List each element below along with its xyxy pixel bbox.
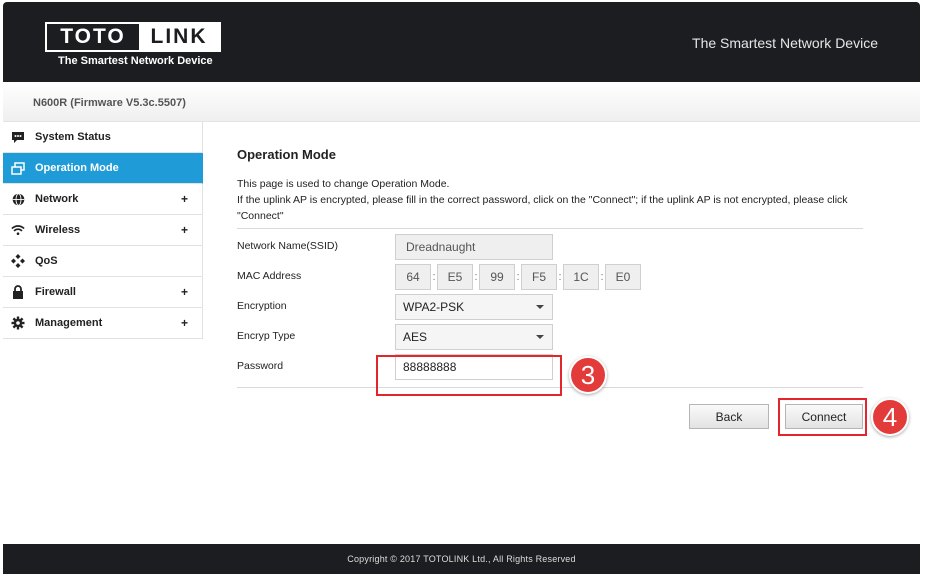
chat-icon	[11, 130, 25, 144]
mac-octet-field: F5	[521, 264, 557, 290]
sidebar-item-management[interactable]: Management +	[3, 308, 203, 339]
mac-label: MAC Address	[237, 270, 302, 282]
page-title: Operation Mode	[237, 147, 336, 162]
qos-icon	[11, 254, 25, 268]
page-description: This page is used to change Operation Mo…	[237, 176, 863, 224]
subheader: N600R (Firmware V5.3c.5507)	[3, 82, 920, 122]
wifi-icon	[11, 223, 25, 237]
logo-text-left: TOTO	[47, 24, 139, 50]
encryption-label: Encryption	[237, 300, 287, 312]
header: TOTO LINK The Smartest Network Device Th…	[3, 2, 920, 82]
sidebar-item-operation-mode[interactable]: Operation Mode	[3, 153, 203, 184]
description-line: This page is used to change Operation Mo…	[237, 178, 450, 190]
expand-plus-icon[interactable]: +	[181, 285, 188, 299]
step-3-badge: 3	[569, 356, 607, 394]
logo-text-right: LINK	[139, 24, 219, 50]
sidebar-item-label: QoS	[35, 255, 58, 267]
encryp-type-selected-value: AES	[403, 330, 428, 344]
expand-plus-icon[interactable]: +	[181, 192, 188, 206]
encryp-type-label: Encryp Type	[237, 330, 296, 342]
mac-octet-field: E0	[605, 264, 641, 290]
router-admin-page: TOTO LINK The Smartest Network Device Th…	[3, 2, 920, 574]
encryption-select[interactable]: WPA2-PSK	[395, 294, 553, 320]
sidebar-item-system-status[interactable]: System Status	[3, 122, 203, 153]
sidebar-item-label: Management	[35, 317, 103, 329]
back-button[interactable]: Back	[689, 404, 769, 429]
operation-mode-icon	[11, 161, 25, 175]
sidebar-item-firewall[interactable]: Firewall +	[3, 277, 203, 308]
logo-tagline: The Smartest Network Device	[58, 55, 213, 67]
sidebar-item-label: System Status	[35, 131, 111, 143]
sidebar-item-label: Network	[35, 193, 79, 205]
gear-icon	[11, 316, 25, 330]
ssid-field: Dreadnaught	[395, 234, 553, 260]
sidebar-item-label: Firewall	[35, 286, 76, 298]
mac-address-fields: 64 : E5 : 99 : F5 : 1C : E0	[395, 264, 641, 290]
sidebar-item-label: Operation Mode	[35, 162, 119, 174]
expand-plus-icon[interactable]: +	[181, 223, 188, 237]
chevron-down-icon	[536, 305, 544, 309]
sidebar-item-qos[interactable]: QoS	[3, 246, 203, 277]
ssid-label: Network Name(SSID)	[237, 240, 338, 252]
mac-octet-field: 1C	[563, 264, 599, 290]
form-row-mac: MAC Address 64 : E5 : 99 : F5 : 1C : E0	[237, 262, 863, 292]
encryp-type-select[interactable]: AES	[395, 324, 553, 350]
form-row-encryp-type: Encryp Type AES	[237, 322, 863, 352]
form-row-encryption: Encryption WPA2-PSK	[237, 292, 863, 322]
mac-octet-field: E5	[437, 264, 473, 290]
globe-icon	[11, 192, 25, 206]
form-row-ssid: Network Name(SSID) Dreadnaught	[237, 232, 863, 262]
description-line: If the uplink AP is encrypted, please fi…	[237, 194, 848, 222]
connect-button[interactable]: Connect	[785, 404, 863, 429]
step-4-badge: 4	[871, 398, 909, 436]
sidebar-item-wireless[interactable]: Wireless +	[3, 215, 203, 246]
password-label: Password	[237, 360, 284, 372]
encryption-selected-value: WPA2-PSK	[403, 300, 465, 314]
chevron-down-icon	[536, 335, 544, 339]
model-firmware: N600R (Firmware V5.3c.5507)	[33, 97, 186, 109]
totolink-logo: TOTO LINK	[45, 22, 221, 52]
mac-octet-field: 64	[395, 264, 431, 290]
sidebar-item-network[interactable]: Network +	[3, 184, 203, 215]
expand-plus-icon[interactable]: +	[181, 316, 188, 330]
mac-octet-field: 99	[479, 264, 515, 290]
password-highlight-box	[376, 355, 562, 396]
lock-icon	[11, 285, 25, 299]
copyright-text: Copyright © 2017 TOTOLINK Ltd., All Righ…	[347, 554, 576, 564]
footer: Copyright © 2017 TOTOLINK Ltd., All Righ…	[3, 544, 920, 574]
sidebar: System Status Operation Mode Network + W…	[3, 122, 203, 339]
sidebar-item-label: Wireless	[35, 224, 81, 236]
header-slogan: The Smartest Network Device	[692, 35, 878, 51]
main-content: Operation Mode This page is used to chan…	[237, 147, 863, 388]
